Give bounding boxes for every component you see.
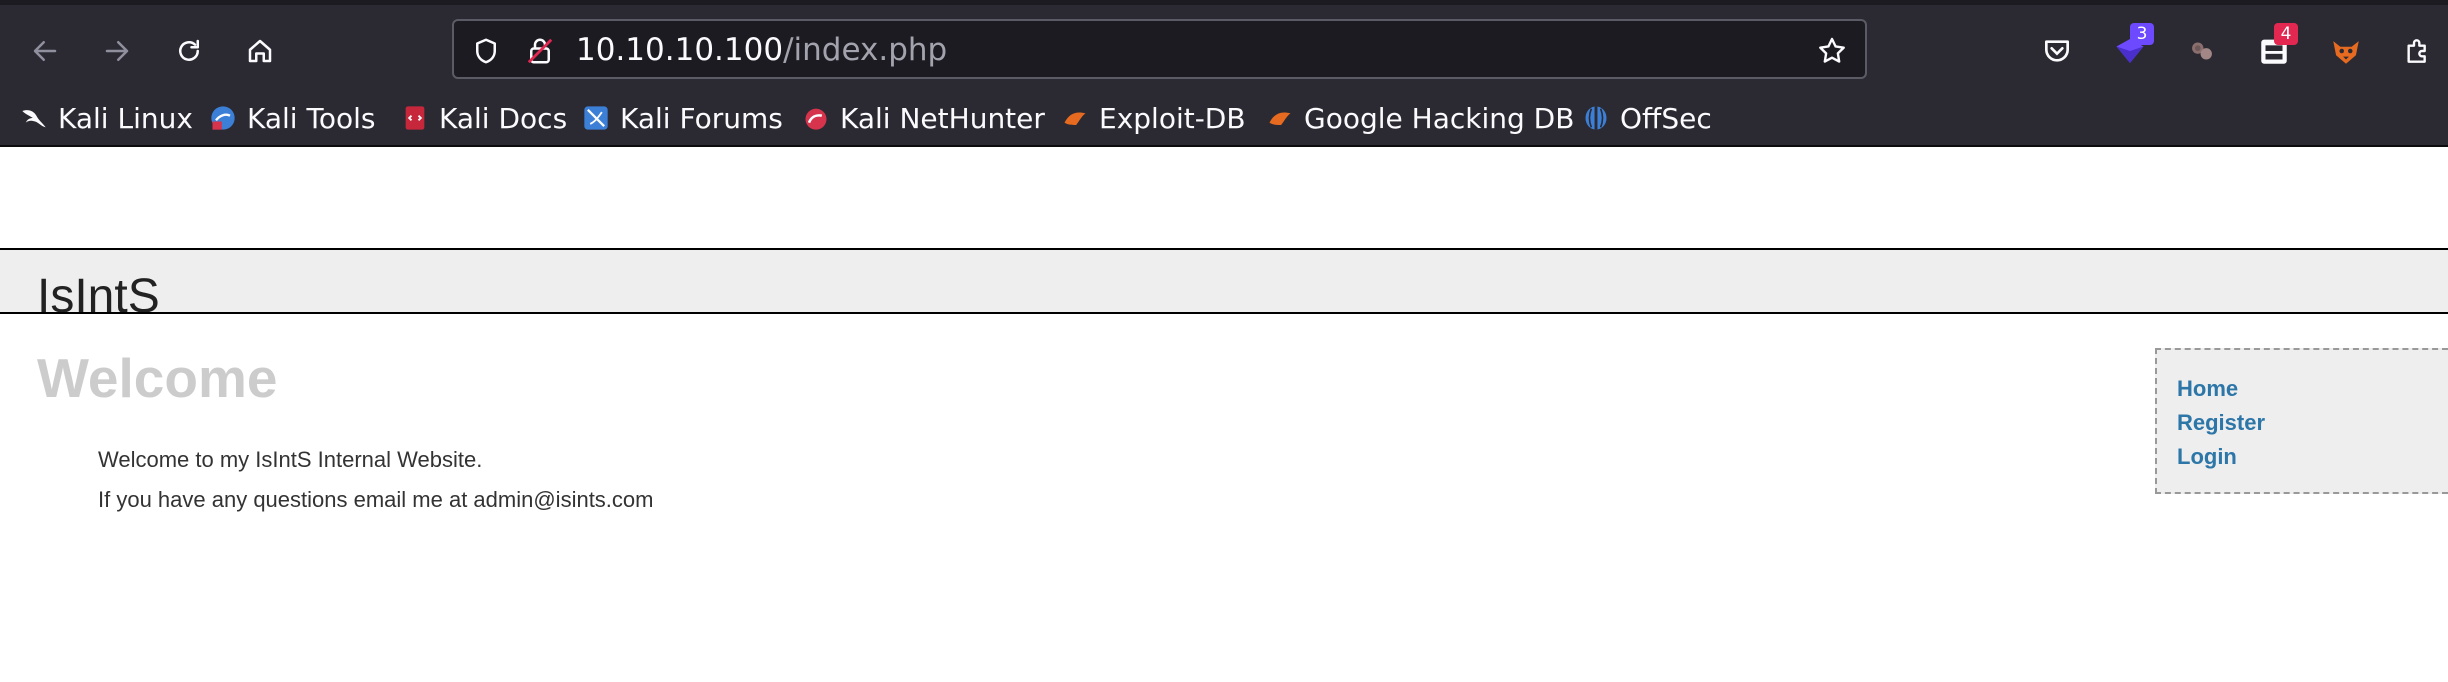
forward-button[interactable] bbox=[93, 27, 141, 75]
reload-button[interactable] bbox=[165, 27, 213, 75]
bookmark-label: Kali Docs bbox=[439, 101, 568, 135]
extensions-puzzle-icon[interactable] bbox=[2394, 27, 2442, 75]
foxyproxy-icon[interactable] bbox=[2322, 27, 2370, 75]
google-hacking-db-icon bbox=[1266, 104, 1294, 132]
insecure-lock-icon[interactable] bbox=[524, 35, 556, 67]
kali-forums-icon bbox=[582, 104, 610, 132]
bookmark-kali-nethunter[interactable]: Kali NetHunter bbox=[802, 98, 1045, 138]
kali-docs-icon bbox=[401, 104, 429, 132]
bookmark-label: OffSec bbox=[1620, 101, 1712, 135]
tracking-protection-shield-icon[interactable] bbox=[470, 35, 502, 67]
site-title: IsIntS bbox=[37, 270, 160, 314]
contact-paragraph: If you have any questions email me at ad… bbox=[98, 487, 654, 512]
bookmark-exploit-db[interactable]: Exploit-DB bbox=[1061, 98, 1246, 138]
menu-link-login[interactable]: Login bbox=[2177, 440, 2448, 474]
bookmark-star-icon[interactable] bbox=[1816, 35, 1848, 67]
web-page: IsIntS Welcome Welcome to my IsIntS Inte… bbox=[0, 147, 2448, 682]
url-host: 10.10.10.100 bbox=[576, 32, 784, 68]
bookmark-kali-tools[interactable]: Kali Tools bbox=[209, 98, 375, 138]
paw-extension-icon[interactable] bbox=[2178, 27, 2226, 75]
exploit-db-icon bbox=[1061, 104, 1089, 132]
pocket-icon[interactable] bbox=[2033, 27, 2081, 75]
bookmark-google-hacking-db[interactable]: Google Hacking DB bbox=[1266, 98, 1574, 138]
back-arrow-icon bbox=[33, 41, 57, 61]
welcome-heading: Welcome bbox=[37, 347, 278, 409]
bookmark-label: Kali NetHunter bbox=[840, 101, 1045, 135]
bookmark-kali-forums[interactable]: Kali Forums bbox=[582, 98, 783, 138]
url-text[interactable]: 10.10.10.100/index.php bbox=[576, 32, 947, 68]
offsec-icon bbox=[1582, 104, 1610, 132]
bookmarks-toolbar: Kali Linux Kali Tools Kali Docs Kali For… bbox=[0, 90, 2448, 147]
bookmark-label: Google Hacking DB bbox=[1304, 101, 1575, 135]
proton-vpn-badge: 3 bbox=[2130, 23, 2154, 45]
kali-nethunter-icon bbox=[802, 104, 830, 132]
screenshot-extension-badge: 4 bbox=[2274, 23, 2298, 45]
reload-icon bbox=[179, 39, 199, 61]
bookmark-kali-docs[interactable]: Kali Docs bbox=[401, 98, 567, 138]
bookmark-kali-linux[interactable]: Kali Linux bbox=[20, 98, 193, 138]
welcome-paragraph: Welcome to my IsIntS Internal Website. bbox=[98, 447, 483, 472]
kali-dragon-icon bbox=[20, 104, 48, 132]
bookmark-label: Exploit-DB bbox=[1099, 101, 1246, 135]
home-button[interactable] bbox=[236, 27, 284, 75]
side-menu: Home Register Login bbox=[2155, 348, 2448, 494]
menu-link-home[interactable]: Home bbox=[2177, 372, 2448, 406]
kali-tools-icon bbox=[209, 104, 237, 132]
url-path: /index.php bbox=[783, 32, 948, 68]
menu-link-register[interactable]: Register bbox=[2177, 406, 2448, 440]
forward-arrow-icon bbox=[105, 41, 129, 61]
bookmark-label: Kali Forums bbox=[620, 101, 783, 135]
bookmark-label: Kali Tools bbox=[247, 101, 376, 135]
screenshot-extension-icon[interactable]: 4 bbox=[2250, 23, 2298, 75]
home-icon bbox=[248, 39, 272, 63]
browser-toolbar: 10.10.10.100/index.php 3 4 bbox=[0, 0, 2448, 90]
bookmark-offsec[interactable]: OffSec bbox=[1582, 98, 1712, 138]
proton-vpn-icon[interactable]: 3 bbox=[2106, 23, 2154, 75]
bookmark-label: Kali Linux bbox=[58, 101, 193, 135]
url-bar[interactable]: 10.10.10.100/index.php bbox=[452, 19, 1867, 79]
back-button[interactable] bbox=[21, 27, 69, 75]
site-header: IsIntS bbox=[0, 248, 2448, 314]
